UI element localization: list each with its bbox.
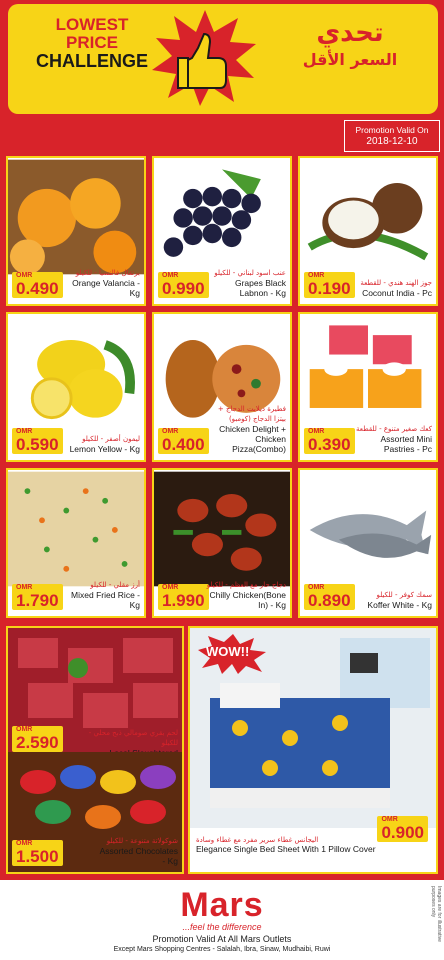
- product-label: ليمون أصفر - للكيلو Lemon Yellow - Kg: [69, 435, 140, 454]
- price-tag: OMR 0.590: [12, 428, 63, 454]
- price-tag: OMR 0.400: [158, 428, 209, 454]
- fish-image: [300, 471, 436, 587]
- chocolate-label: شوكولاتة متنوعة - للكيلو Assorted Chocola…: [99, 837, 178, 866]
- price-tag: OMR 1.790: [12, 584, 63, 610]
- meat-chocolate-card[interactable]: OMR 2.590 لحم بقري صومالي ذبح محلي - للكي…: [6, 626, 184, 874]
- bed-sheet-price-tag: OMR 0.900: [377, 816, 428, 842]
- title-line-1: LOWEST: [55, 15, 129, 34]
- product-card[interactable]: OMR 1.990 دجاج حار مع العظم - للكيلو Chill…: [152, 468, 292, 618]
- chocolate-price-tag: OMR 1.500: [12, 840, 63, 866]
- price-tag: OMR 0.990: [158, 272, 209, 298]
- lemon-image: [8, 315, 144, 431]
- footer-validity: Promotion Valid At All Mars Outlets: [152, 934, 292, 944]
- mars-logo: Mars: [180, 886, 264, 924]
- coconut-image: [300, 159, 436, 275]
- product-card[interactable]: OMR 0.190 جوز الهند هندي - للقطعة Coconut …: [298, 156, 438, 306]
- product-card[interactable]: OMR 0.590 ليمون أصفر - للكيلو Lemon Yellow…: [6, 312, 146, 462]
- product-card[interactable]: OMR 0.990 عنب اسود لبناني - للكيلو Grapes …: [152, 156, 292, 306]
- disclaimer: Images are for illustrative purposes onl…: [430, 886, 442, 942]
- promotion-date-badge: Promotion Valid On 2018-12-10: [344, 120, 440, 152]
- thumbs-up-icon: [152, 10, 256, 106]
- arabic-title-1: تحدي: [316, 18, 384, 48]
- product-card[interactable]: OMR 1.790 أرز مقلي - للكيلو Mixed Fried Ri…: [6, 468, 146, 618]
- price-tag: OMR 0.390: [304, 428, 355, 454]
- mars-tagline: ...feel the difference: [182, 922, 262, 932]
- promo-text: Promotion Valid On: [355, 125, 429, 135]
- price-tag: OMR 0.190: [304, 272, 355, 298]
- arabic-title-2: السعر الأقل: [302, 50, 398, 69]
- footer-exceptions: Except Mars Shopping Centres - Salalah, …: [113, 946, 331, 953]
- english-title: LOWEST PRICE CHALLENGE: [22, 15, 162, 71]
- bottom-section: OMR 2.590 لحم بقري صومالي ذبح محلي - للكي…: [6, 626, 438, 878]
- product-label: أرز مقلي - للكيلو Mixed Fried Rice - Kg: [71, 581, 140, 610]
- grapes-image: [154, 159, 290, 275]
- product-label: دجاج حار مع العظم - للكيلو Chilly Chicken…: [206, 581, 286, 610]
- header-banner: LOWEST PRICE CHALLENGE تحدي السعر الأقل: [0, 0, 444, 118]
- title-line-3: CHALLENGE: [36, 51, 148, 71]
- wow-text: WOW!!: [206, 644, 250, 659]
- arabic-title: تحدي السعر الأقل: [280, 18, 420, 69]
- product-card[interactable]: OMR 0.390 كعك صغير متنوع - للقطعة Assorted…: [298, 312, 438, 462]
- product-card[interactable]: OMR 0.400 فطيرة ديلايت الدجاج + بيتزا الد…: [152, 312, 292, 462]
- title-line-2: PRICE: [66, 33, 118, 52]
- product-label: سمك كوفر - للكيلو Koffer White - Kg: [367, 591, 432, 610]
- product-label: برتقال فالنسيا - للكيلو Orange Valancia -…: [72, 269, 140, 298]
- price-tag: OMR 0.490: [12, 272, 63, 298]
- bed-sheet-card[interactable]: WOW!! اليجانس غطاء سرير مفرد مع غطاء وسا…: [188, 626, 438, 874]
- product-label: عنب اسود لبناني - للكيلو Grapes Black Lab…: [214, 269, 286, 298]
- orange-image: [8, 159, 144, 275]
- beef-price-tag: OMR 2.590: [12, 726, 63, 752]
- product-grid: OMR 0.490 برتقال فالنسيا - للكيلو Orange V…: [6, 156, 438, 628]
- footer: Mars ...feel the difference Promotion Va…: [0, 880, 444, 960]
- price-tag: OMR 0.890: [304, 584, 355, 610]
- chilly-chicken-image: [154, 471, 290, 587]
- product-label: فطيرة ديلايت الدجاج + بيتزا الدجاج (كومب…: [217, 405, 286, 454]
- pastries-image: [300, 315, 436, 431]
- price-tag: OMR 1.990: [158, 584, 209, 610]
- product-card[interactable]: OMR 0.490 برتقال فالنسيا - للكيلو Orange V…: [6, 156, 146, 306]
- fried-rice-image: [8, 471, 144, 587]
- product-label: كعك صغير متنوع - للقطعة Assorted Mini Pas…: [356, 425, 432, 454]
- promo-date: 2018-12-10: [366, 136, 418, 147]
- product-card[interactable]: OMR 0.890 سمك كوفر - للكيلو Koffer White -…: [298, 468, 438, 618]
- product-label: جوز الهند هندي - للقطعة Coconut India - P…: [360, 279, 432, 298]
